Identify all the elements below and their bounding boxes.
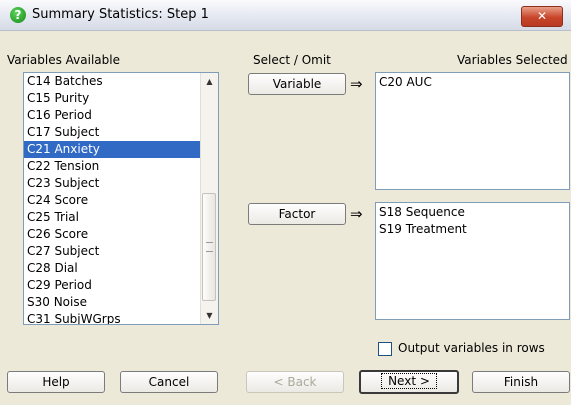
- variable-button[interactable]: Variable: [248, 73, 346, 95]
- scrollbar-thumb[interactable]: [202, 193, 216, 301]
- list-item[interactable]: C21 Anxiety: [24, 141, 201, 158]
- list-item[interactable]: S18 Sequence: [376, 204, 569, 221]
- list-item[interactable]: C31 SubjWGrps: [24, 311, 201, 324]
- variables-available-list[interactable]: C14 Batches C15 Purity C16 Period C17 Subje…: [23, 72, 219, 325]
- output-rows-checkbox[interactable]: [378, 342, 392, 356]
- list-item[interactable]: S30 Noise: [24, 294, 201, 311]
- list-item[interactable]: C25 Trial: [24, 209, 201, 226]
- help-button[interactable]: Help: [7, 371, 105, 393]
- dialog-body: Variables Available Select / Omit Variab…: [0, 31, 571, 405]
- cancel-button[interactable]: Cancel: [120, 371, 218, 393]
- variables-selected-label: Variables Selected: [457, 53, 568, 67]
- selected-variables-list[interactable]: C20 AUC: [375, 72, 570, 190]
- grip-icon: [206, 242, 213, 252]
- list-item[interactable]: C22 Tension: [24, 158, 201, 175]
- variables-available-label: Variables Available: [7, 53, 120, 67]
- close-button[interactable]: ✕: [521, 6, 563, 27]
- output-rows-label: Output variables in rows: [398, 341, 545, 355]
- back-button[interactable]: < Back: [246, 371, 344, 393]
- next-button[interactable]: Next >: [359, 370, 459, 394]
- cancel-button-label: Cancel: [148, 375, 190, 389]
- next-button-label: Next >: [381, 373, 437, 389]
- list-item[interactable]: C14 Batches: [24, 73, 201, 90]
- help-button-label: Help: [42, 375, 70, 389]
- selected-variable-items: C20 AUC: [376, 73, 569, 91]
- list-item[interactable]: C24 Score: [24, 192, 201, 209]
- factor-button[interactable]: Factor: [248, 203, 346, 225]
- factor-arrow-icon: ⇒: [350, 205, 363, 223]
- help-question-icon: ?: [10, 7, 26, 23]
- list-item[interactable]: C26 Score: [24, 226, 201, 243]
- scroll-up-arrow-icon[interactable]: ▲: [201, 73, 218, 90]
- list-item[interactable]: S19 Treatment: [376, 221, 569, 238]
- list-item[interactable]: C29 Period: [24, 277, 201, 294]
- list-item[interactable]: C27 Subject: [24, 243, 201, 260]
- selected-factors-list[interactable]: S18 Sequence S19 Treatment: [375, 202, 570, 320]
- factor-button-label: Factor: [278, 207, 316, 221]
- finish-button[interactable]: Finish: [472, 371, 570, 393]
- window-title: Summary Statistics: Step 1: [32, 7, 209, 22]
- list-item[interactable]: C15 Purity: [24, 90, 201, 107]
- finish-button-label: Finish: [503, 375, 539, 389]
- list-item[interactable]: C23 Subject: [24, 175, 201, 192]
- variable-button-label: Variable: [272, 77, 322, 91]
- list-item[interactable]: C20 AUC: [376, 74, 569, 91]
- selected-factor-items: S18 Sequence S19 Treatment: [376, 203, 569, 238]
- variables-available-items: C14 Batches C15 Purity C16 Period C17 Subje…: [24, 73, 201, 324]
- scroll-down-arrow-icon[interactable]: ▼: [201, 307, 218, 324]
- variable-arrow-icon: ⇒: [350, 75, 363, 93]
- title-bar: ? Summary Statistics: Step 1 ✕: [0, 0, 571, 31]
- select-omit-label: Select / Omit: [253, 53, 331, 67]
- list-item[interactable]: C17 Subject: [24, 124, 201, 141]
- list-item[interactable]: C28 Dial: [24, 260, 201, 277]
- back-button-label: < Back: [273, 375, 317, 389]
- variables-scrollbar[interactable]: ▲ ▼: [200, 73, 218, 324]
- list-item[interactable]: C16 Period: [24, 107, 201, 124]
